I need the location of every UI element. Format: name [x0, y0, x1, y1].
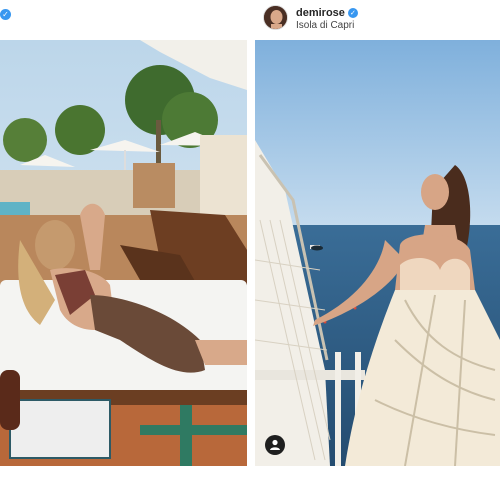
- user-tag-icon[interactable]: [265, 435, 285, 455]
- resort-pool-image: [0, 40, 247, 466]
- right-post-header: demirose ✓ Isola di Capri: [255, 0, 500, 40]
- bottom-blank-area: [0, 466, 500, 500]
- right-post-photo[interactable]: [255, 40, 500, 466]
- left-post-header: ✓: [0, 0, 249, 40]
- capri-sea-image: [255, 40, 500, 466]
- location-link[interactable]: Isola di Capri: [296, 20, 354, 31]
- username[interactable]: demirose: [296, 7, 345, 19]
- verified-badge-icon: ✓: [0, 9, 11, 20]
- avatar[interactable]: [263, 5, 288, 30]
- person-icon: [270, 439, 280, 450]
- left-post-photo[interactable]: [0, 40, 247, 466]
- avatar-image: [264, 6, 287, 29]
- verified-badge-icon: ✓: [347, 8, 358, 18]
- instagram-screenshot: ✓ demirose ✓ Isola di Capri: [0, 0, 500, 500]
- username-line: demirose ✓: [296, 7, 358, 19]
